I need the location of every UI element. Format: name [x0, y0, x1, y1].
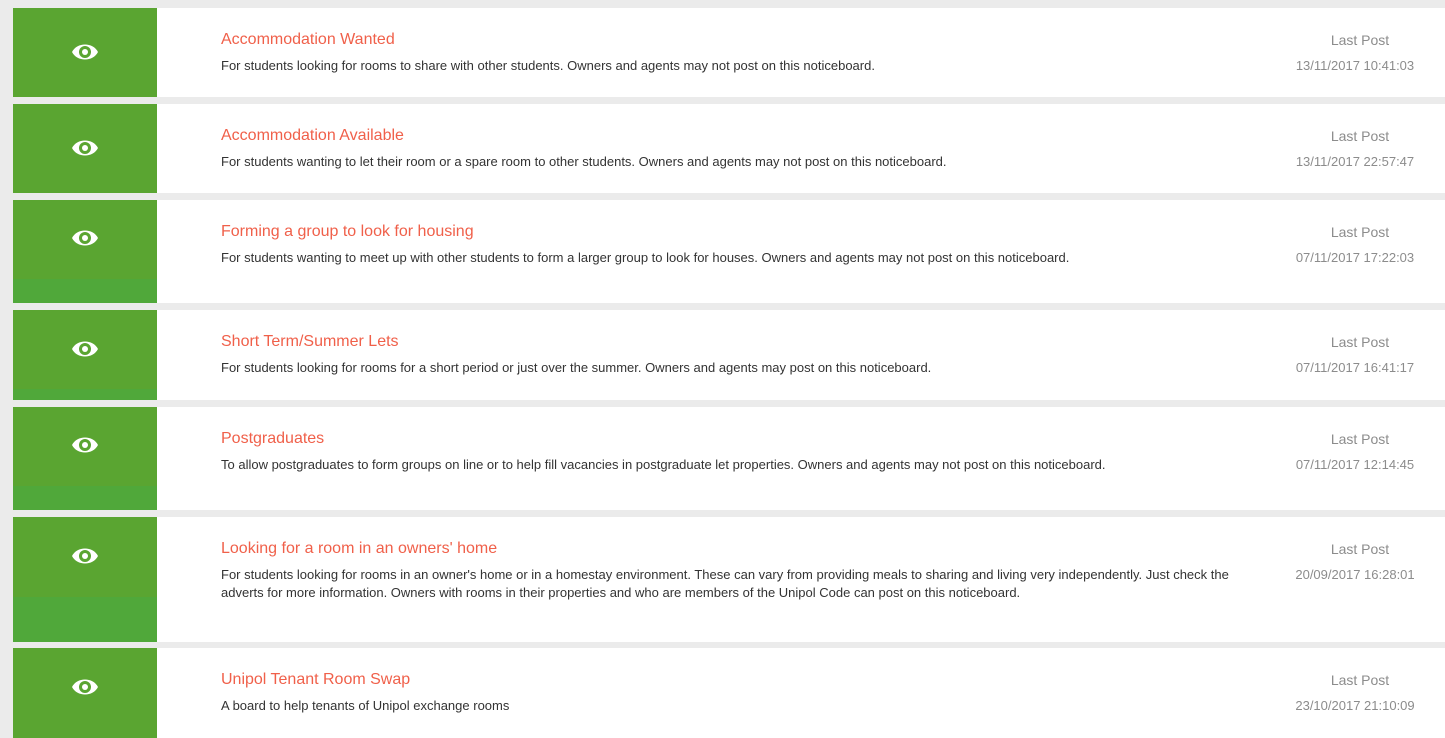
last-post-date: 13/11/2017 22:57:47 — [1295, 154, 1415, 169]
board-row-unipol-tenant-room-swap[interactable]: Unipol Tenant Room Swap A board to help … — [13, 648, 1445, 738]
last-post-label: Last Post — [1330, 224, 1390, 240]
noticeboard-list: Accommodation Wanted For students lookin… — [13, 0, 1445, 738]
board-icon-tile[interactable] — [13, 517, 157, 642]
last-post-label: Last Post — [1330, 128, 1390, 144]
board-description: For students looking for rooms in an own… — [221, 567, 1229, 600]
last-post-label: Last Post — [1330, 32, 1390, 48]
board-row-postgraduates[interactable]: Postgraduates To allow postgraduates to … — [13, 407, 1445, 510]
board-icon-tile[interactable] — [13, 407, 157, 510]
board-description: For students looking for rooms to share … — [221, 58, 875, 73]
last-post-date: 07/11/2017 17:22:03 — [1295, 250, 1415, 265]
board-icon-tile[interactable] — [13, 648, 157, 738]
eye-icon — [72, 230, 98, 246]
board-row-short-term-summer-lets[interactable]: Short Term/Summer Lets For students look… — [13, 310, 1445, 400]
last-post-date: 07/11/2017 12:14:45 — [1295, 457, 1415, 472]
eye-icon — [72, 44, 98, 60]
board-row-forming-a-group[interactable]: Forming a group to look for housing For … — [13, 200, 1445, 303]
last-post-label: Last Post — [1330, 672, 1390, 688]
eye-icon — [72, 548, 98, 564]
last-post-label: Last Post — [1330, 541, 1390, 557]
board-icon-tile[interactable] — [13, 104, 157, 193]
eye-icon — [72, 140, 98, 156]
board-row-owners-home[interactable]: Looking for a room in an owners' home Fo… — [13, 517, 1445, 642]
last-post-label: Last Post — [1330, 431, 1390, 447]
board-icon-tile[interactable] — [13, 8, 157, 97]
board-description: For students looking for rooms for a sho… — [221, 360, 932, 375]
board-title-link[interactable]: Accommodation Available — [221, 126, 1251, 146]
tile-lower-band — [13, 597, 157, 642]
board-title-link[interactable]: Looking for a room in an owners' home — [221, 539, 1251, 559]
board-title-link[interactable]: Forming a group to look for housing — [221, 222, 1251, 242]
board-title-link[interactable]: Postgraduates — [221, 429, 1251, 449]
board-row-accommodation-wanted[interactable]: Accommodation Wanted For students lookin… — [13, 8, 1445, 97]
tile-lower-band — [13, 389, 157, 400]
tile-lower-band — [13, 279, 157, 303]
board-description: For students wanting to let their room o… — [221, 154, 947, 169]
tile-lower-band — [13, 486, 157, 510]
board-icon-tile[interactable] — [13, 310, 157, 400]
board-description: A board to help tenants of Unipol exchan… — [221, 698, 510, 713]
eye-icon — [72, 341, 98, 357]
board-icon-tile[interactable] — [13, 200, 157, 303]
board-title-link[interactable]: Unipol Tenant Room Swap — [221, 670, 1251, 690]
last-post-date: 20/09/2017 16:28:01 — [1295, 567, 1415, 582]
last-post-date: 23/10/2017 21:10:09 — [1295, 698, 1415, 713]
eye-icon — [72, 437, 98, 453]
board-row-accommodation-available[interactable]: Accommodation Available For students wan… — [13, 104, 1445, 193]
eye-icon — [72, 679, 98, 695]
last-post-date: 13/11/2017 10:41:03 — [1295, 58, 1415, 73]
board-description: To allow postgraduates to form groups on… — [221, 457, 1106, 472]
board-title-link[interactable]: Short Term/Summer Lets — [221, 332, 1251, 352]
board-description: For students wanting to meet up with oth… — [221, 250, 1070, 265]
last-post-date: 07/11/2017 16:41:17 — [1295, 360, 1415, 375]
board-title-link[interactable]: Accommodation Wanted — [221, 30, 1251, 50]
last-post-label: Last Post — [1330, 334, 1390, 350]
